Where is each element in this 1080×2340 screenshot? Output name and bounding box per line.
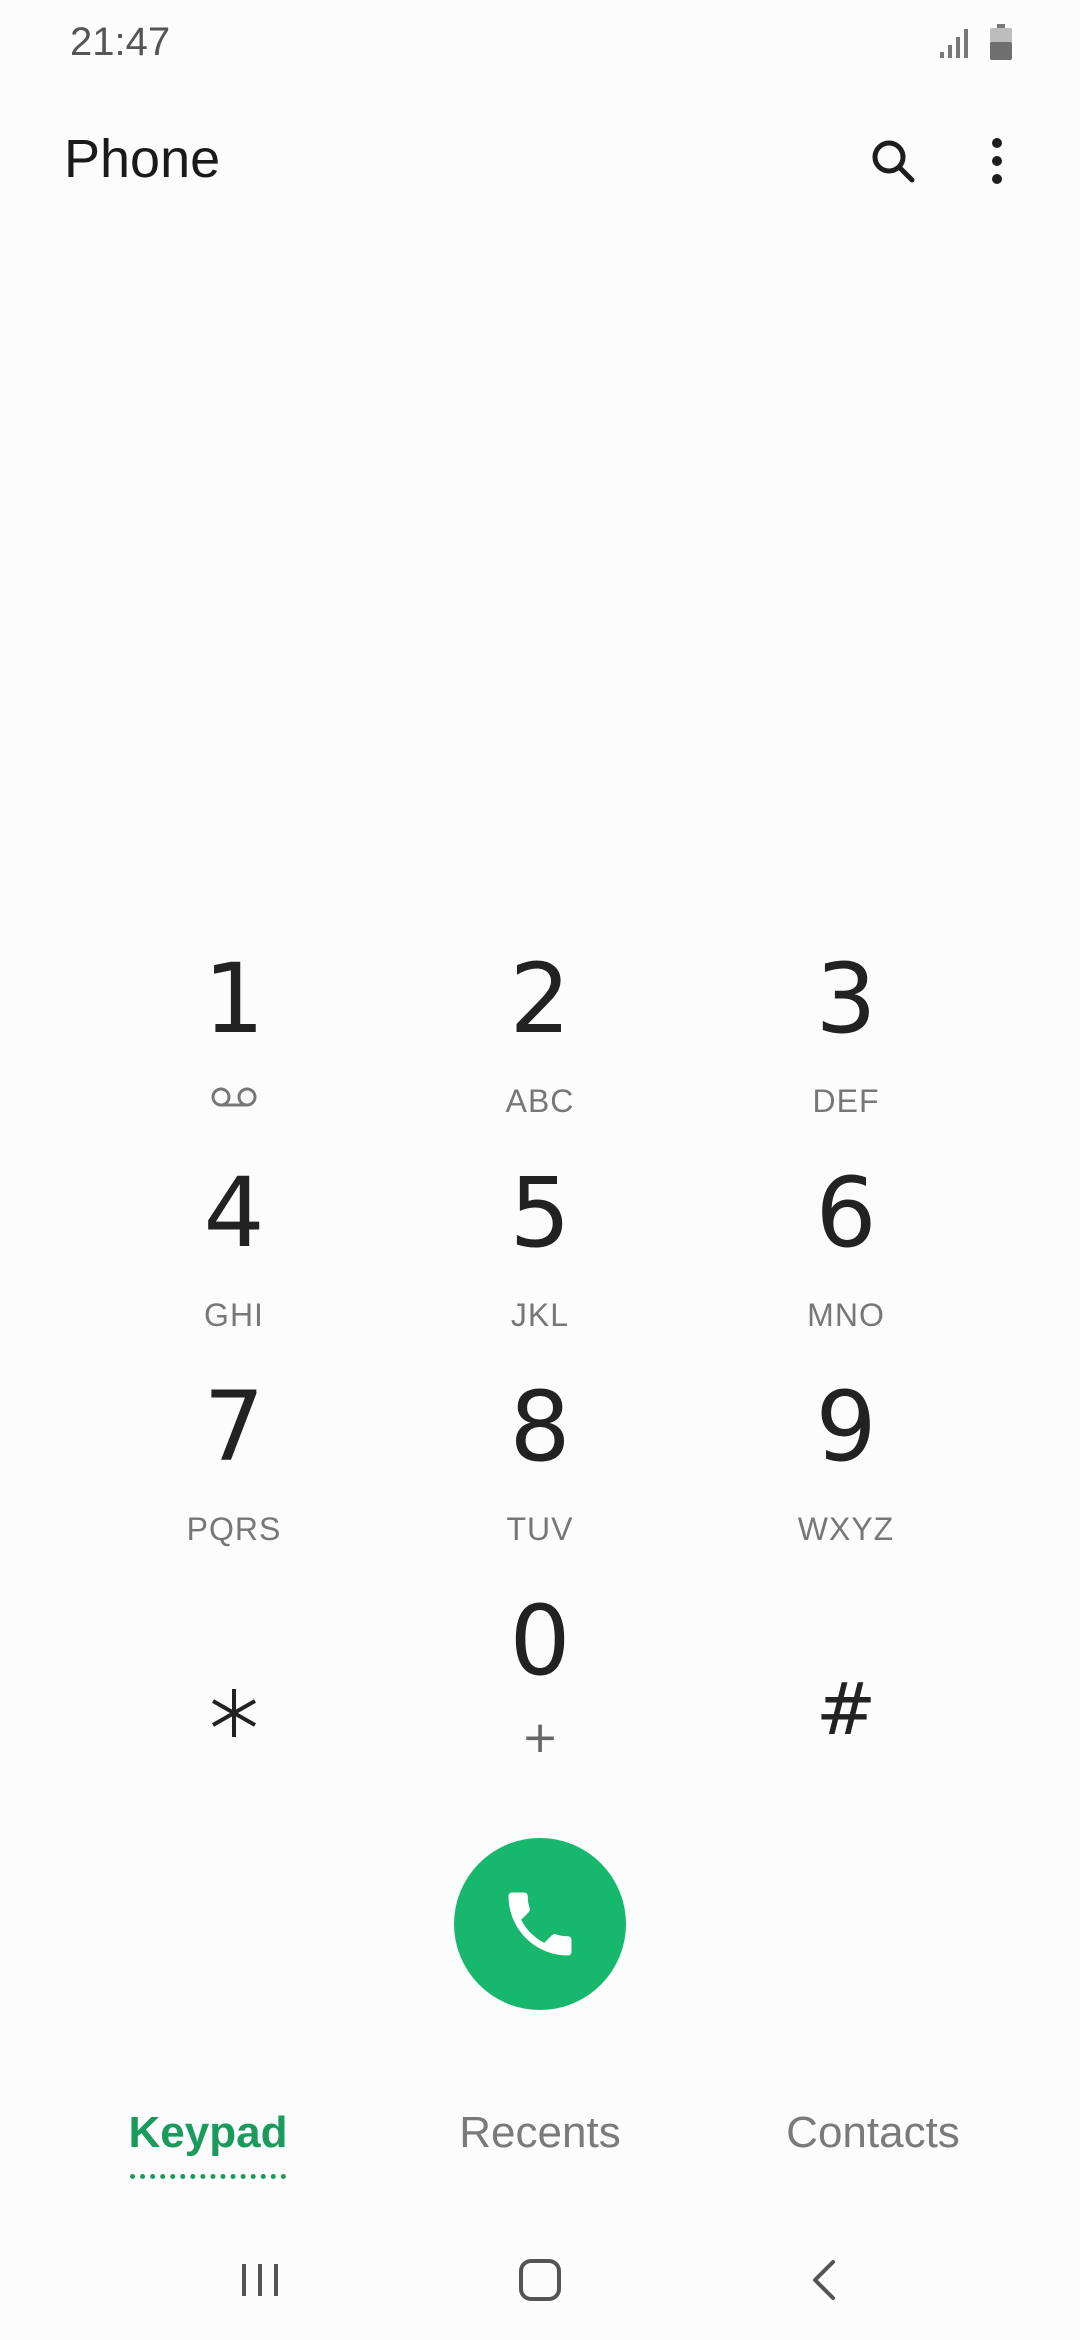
key-digit: 7 [203, 1371, 265, 1483]
tab-recents[interactable]: Recents [440, 2108, 640, 2188]
search-icon [872, 140, 915, 183]
key-digit: 9 [815, 1371, 877, 1483]
key-letters: GHI [204, 1297, 264, 1333]
key-letters: MNO [807, 1297, 885, 1333]
key-digit: 6 [815, 1157, 877, 1269]
status-bar: 21:47 [0, 0, 1080, 90]
key-8[interactable]: 8 TUV [420, 1363, 660, 1563]
call-button[interactable] [454, 1838, 626, 2010]
recent-apps-icon [242, 2264, 278, 2296]
key-digit: 1 [203, 943, 265, 1055]
key-digit: 3 [815, 943, 877, 1055]
key-letters: ABC [505, 1083, 575, 1119]
back-button[interactable] [784, 2250, 864, 2310]
more-options-button[interactable] [962, 126, 1032, 196]
key-1[interactable]: 1 [114, 935, 354, 1135]
status-time: 21:47 [70, 20, 171, 64]
key-hash[interactable]: # [726, 1577, 966, 1777]
recent-apps-button[interactable] [220, 2250, 300, 2310]
home-icon [519, 2259, 561, 2301]
key-digit: 4 [203, 1157, 265, 1269]
more-options-icon [992, 138, 1002, 184]
active-tab-indicator [130, 2174, 286, 2179]
signal-icon [940, 29, 968, 58]
key-9[interactable]: 9 WXYZ [726, 1363, 966, 1563]
tab-contacts[interactable]: Contacts [758, 2108, 988, 2188]
phone-handset-icon [508, 1892, 572, 1956]
key-letters: DEF [812, 1083, 880, 1119]
key-letters: PQRS [186, 1511, 282, 1547]
key-0[interactable]: 0 + [420, 1577, 660, 1777]
key-digit: 8 [509, 1371, 571, 1483]
key-letters: WXYZ [797, 1511, 895, 1547]
search-button[interactable] [858, 126, 928, 196]
bottom-tab-bar: Keypad Recents Contacts [0, 2090, 1080, 2200]
key-letters: TUV [506, 1511, 574, 1547]
key-2[interactable]: 2 ABC [420, 935, 660, 1135]
page-title: Phone [64, 129, 221, 189]
tab-label: Recents [459, 2108, 621, 2157]
key-digit: # [815, 1667, 877, 1751]
asterisk-icon [212, 1689, 256, 1737]
key-7[interactable]: 7 PQRS [114, 1363, 354, 1563]
key-letters: JKL [510, 1297, 570, 1333]
key-4[interactable]: 4 GHI [114, 1149, 354, 1349]
tab-label: Contacts [786, 2108, 960, 2157]
key-letters: + [521, 1712, 559, 1763]
voicemail-icon [211, 1087, 257, 1107]
key-6[interactable]: 6 MNO [726, 1149, 966, 1349]
key-digit: 5 [509, 1157, 571, 1269]
key-5[interactable]: 5 JKL [420, 1149, 660, 1349]
home-button[interactable] [500, 2250, 580, 2310]
battery-icon [990, 24, 1012, 60]
app-header: Phone [0, 110, 1080, 210]
key-3[interactable]: 3 DEF [726, 935, 966, 1135]
key-star[interactable] [114, 1577, 354, 1777]
tab-label: Keypad [128, 2108, 288, 2157]
key-digit: 0 [509, 1585, 571, 1697]
tab-keypad[interactable]: Keypad [108, 2108, 308, 2188]
key-digit: 2 [509, 943, 571, 1055]
system-nav-bar [0, 2220, 1080, 2340]
back-icon [813, 2260, 835, 2300]
